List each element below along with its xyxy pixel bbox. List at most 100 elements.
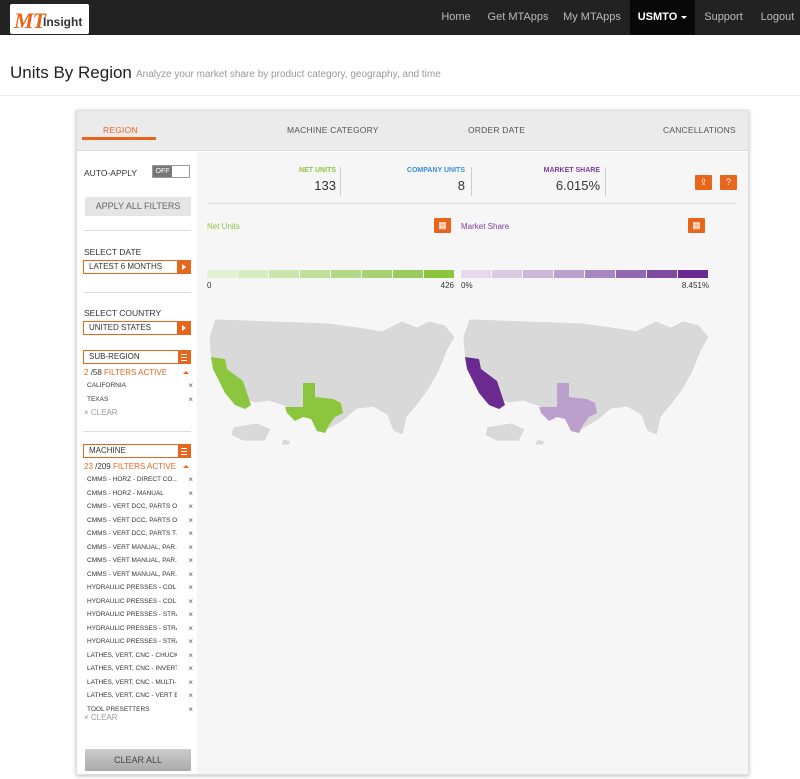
- tab-machine-category[interactable]: MACHINE CATEGORY: [287, 125, 379, 135]
- filter-item-label: HYDRAULIC PRESSES - COL...: [87, 584, 177, 591]
- net-units-map[interactable]: [207, 317, 457, 447]
- net-units-map-label: Net Units: [207, 222, 240, 231]
- net-units-legend-max: 426: [440, 281, 454, 290]
- caret-right-icon: [177, 322, 190, 334]
- filter-item-label: HYDRAULIC PRESSES - STRA...: [87, 611, 177, 618]
- grid-icon: ▦: [438, 220, 447, 230]
- export-button[interactable]: ⇪: [695, 175, 712, 190]
- machine-clear-label: CLEAR: [90, 713, 118, 722]
- kpi-company-units-value: 8: [457, 178, 465, 193]
- machine-label: MACHINE: [89, 446, 126, 455]
- machine-filter-item: LATHES, VERT, CNC - CHUCK... ×: [87, 649, 193, 662]
- net-units-legend-swatch: [207, 270, 237, 278]
- close-icon[interactable]: ×: [188, 676, 193, 689]
- filter-item-label: CMMS - VERT DCC, PARTS O...: [87, 503, 177, 510]
- filter-item-label: CALIFORNIA: [87, 382, 127, 389]
- machine-filters-active-label: FILTERS ACTIVE: [112, 462, 176, 471]
- close-icon[interactable]: ×: [188, 487, 193, 500]
- market-share-legend-max: 8.451%: [681, 281, 709, 290]
- nav-logout[interactable]: Logout: [755, 0, 800, 35]
- close-icon[interactable]: ×: [188, 500, 193, 513]
- machine-clear[interactable]: × CLEAR: [84, 713, 118, 722]
- country-select[interactable]: UNITED STATES: [83, 321, 191, 335]
- country-select-value: UNITED STATES: [89, 323, 151, 332]
- menu-icon: [178, 445, 190, 457]
- close-icon[interactable]: ×: [188, 622, 193, 635]
- divider: [83, 292, 191, 293]
- close-icon[interactable]: ×: [188, 473, 193, 486]
- help-button[interactable]: ?: [720, 175, 737, 190]
- collapse-caret-icon[interactable]: [183, 371, 189, 374]
- kpi-net-units: NET UNITS 133: [299, 167, 336, 193]
- filter-item-label: LATHES, VERT, CNC - VERT B...: [87, 692, 177, 699]
- logo-mt: MT: [14, 8, 46, 33]
- kpi-divider: [207, 203, 737, 204]
- machine-filter-item: LATHES, VERT, CNC - INVERT... ×: [87, 662, 193, 675]
- market-share-legend-swatch: [523, 270, 553, 278]
- market-share-table-button[interactable]: ▦: [688, 218, 705, 233]
- close-icon[interactable]: ×: [188, 541, 193, 554]
- filter-item-label: CMMS - HORZ - DIRECT CO...: [87, 476, 177, 483]
- net-units-legend-min: 0: [207, 281, 212, 290]
- market-share-legend-swatch: [554, 270, 584, 278]
- machine-select[interactable]: MACHINE: [83, 444, 191, 458]
- close-icon[interactable]: ×: [188, 527, 193, 540]
- nav-account-dropdown[interactable]: USMTO: [630, 0, 695, 35]
- tab-region[interactable]: REGION: [103, 125, 138, 135]
- close-icon[interactable]: ×: [188, 595, 193, 608]
- apply-all-filters-button[interactable]: APPLY ALL FILTERS: [85, 197, 191, 216]
- export-icon: ⇪: [699, 177, 708, 187]
- mtinsight-logo[interactable]: MT Insight: [10, 4, 89, 34]
- subregion-clear[interactable]: × CLEAR: [84, 408, 118, 417]
- active-tab-indicator: [82, 137, 156, 140]
- select-country-label: SELECT COUNTRY: [84, 308, 162, 318]
- collapse-caret-icon[interactable]: [183, 465, 189, 468]
- close-icon[interactable]: ×: [188, 379, 193, 392]
- close-icon[interactable]: ×: [188, 689, 193, 702]
- market-share-legend-swatch: [585, 270, 615, 278]
- close-icon[interactable]: ×: [188, 581, 193, 594]
- page-title: Units By Region: [10, 63, 132, 82]
- main-content: NET UNITS 133 COMPANY UNITS 8 MARKET SHA…: [197, 152, 748, 774]
- machine-filter-item: LATHES, VERT, CNC - VERT B... ×: [87, 689, 193, 702]
- auto-apply-toggle[interactable]: OFF: [152, 165, 190, 178]
- help-icon: ?: [725, 177, 731, 187]
- market-share-legend-swatch: [616, 270, 646, 278]
- nav-get-mtapps[interactable]: Get MTApps: [481, 0, 555, 35]
- close-icon[interactable]: ×: [188, 649, 193, 662]
- caret-right-icon: [177, 261, 190, 273]
- close-icon[interactable]: ×: [188, 635, 193, 648]
- tab-order-date[interactable]: ORDER DATE: [468, 125, 525, 135]
- close-icon[interactable]: ×: [188, 514, 193, 527]
- filter-item-label: CMMS - HORZ - MANUAL: [87, 489, 164, 497]
- grid-icon: ▦: [692, 220, 701, 230]
- market-share-legend-bar: [461, 270, 709, 278]
- close-icon[interactable]: ×: [188, 393, 193, 406]
- nav-support[interactable]: Support: [697, 0, 750, 35]
- market-share-legend-swatch: [461, 270, 491, 278]
- market-share-legend-swatch: [678, 270, 708, 278]
- nav-my-mtapps[interactable]: My MTApps: [557, 0, 627, 35]
- machine-filter-item: CMMS - VERT MANUAL, PAR... ×: [87, 554, 193, 567]
- market-share-legend-swatch: [492, 270, 522, 278]
- nav-home[interactable]: Home: [433, 0, 479, 35]
- machine-filter-item: LATHES, VERT, CNC - MULTI-... ×: [87, 676, 193, 689]
- date-select[interactable]: LATEST 6 MONTHS: [83, 260, 191, 274]
- market-share-map[interactable]: [461, 317, 711, 447]
- subregion-label: SUB-REGION: [89, 352, 140, 361]
- tab-cancellations[interactable]: CANCELLATIONS: [663, 125, 736, 135]
- select-date-label: SELECT DATE: [84, 247, 142, 257]
- close-icon[interactable]: ×: [188, 662, 193, 675]
- subregion-select[interactable]: SUB-REGION: [83, 350, 191, 364]
- close-icon[interactable]: ×: [188, 554, 193, 567]
- net-units-legend-swatch: [269, 270, 299, 278]
- close-icon[interactable]: ×: [188, 568, 193, 581]
- machine-filter-item: CMMS - VERT DCC, PARTS O... ×: [87, 514, 193, 527]
- us-base-shape: [462, 318, 710, 446]
- clear-all-button[interactable]: CLEAR ALL: [85, 749, 191, 771]
- divider: [83, 431, 191, 432]
- close-icon[interactable]: ×: [188, 703, 193, 716]
- close-icon[interactable]: ×: [188, 608, 193, 621]
- filter-item-label: CMMS - VERT DCC, PARTS T...: [87, 530, 177, 537]
- net-units-table-button[interactable]: ▦: [434, 218, 451, 233]
